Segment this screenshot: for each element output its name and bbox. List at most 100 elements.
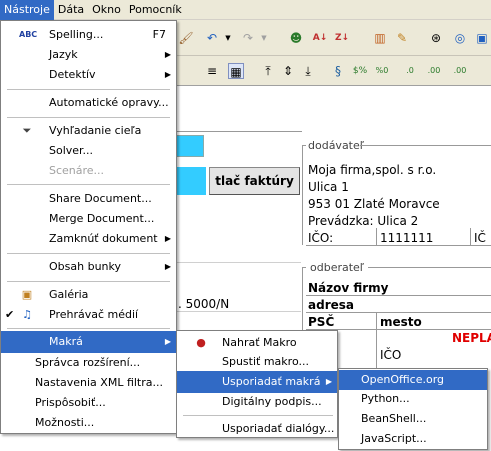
label: Usporiadať dialógy...: [222, 422, 335, 435]
label: Možnosti...: [35, 416, 95, 429]
goal-seek-icon: ⏷: [22, 124, 32, 137]
gallery-icon: ▣: [21, 288, 33, 301]
submenu-item-openoffice-basic[interactable]: OpenOffice.org Basic...: [339, 370, 487, 406]
separator: [7, 281, 170, 282]
label: Nastavenia XML filtra...: [35, 376, 163, 389]
menu-item-cell-contents[interactable]: Obsah bunky ▶: [1, 256, 176, 278]
menu-item-detektiv[interactable]: Detektív ▶: [1, 64, 176, 86]
menu-item-extension-manager[interactable]: Správca rozšírení...: [1, 352, 176, 374]
psc: PSČ: [308, 315, 335, 329]
menu-item-lock-document[interactable]: Zamknúť dokument ▶: [1, 228, 176, 250]
nazov-firmy: Názov firmy: [308, 281, 389, 295]
redo-icon[interactable]: ↷: [240, 30, 256, 46]
label: Scenáre...: [49, 164, 105, 177]
media-player-icon: ♫: [22, 308, 32, 321]
separator: [7, 89, 170, 90]
menu-item-spelling[interactable]: ABC Spelling... F7: [1, 24, 176, 46]
percent-icon[interactable]: %0: [374, 63, 390, 79]
menu-item-merge-document[interactable]: Merge Document...: [1, 208, 176, 230]
menu-item-jazyk[interactable]: Jazyk ▶: [1, 44, 176, 66]
label: Spelling...: [49, 28, 104, 41]
submenu-arrow-icon: ▶: [164, 50, 171, 59]
menu-data[interactable]: Dáta: [54, 0, 88, 20]
sort-descending-icon[interactable]: Z↓: [334, 30, 350, 46]
merge-cells-icon[interactable]: ▦: [228, 63, 244, 79]
menu-pomocnik[interactable]: Pomocník: [125, 0, 186, 20]
record-macro-icon: ●: [196, 336, 206, 349]
delete-decimal-icon[interactable]: .00: [426, 63, 442, 79]
label: Nahrať Makro: [222, 336, 297, 349]
dodavatel-line-3: 953 01 Zlaté Moravce: [308, 197, 440, 211]
label: Jazyk: [49, 48, 78, 61]
rule: [172, 131, 302, 132]
label: Usporiadať makrá: [222, 375, 321, 388]
currency-icon[interactable]: $%: [352, 63, 368, 79]
submenu-item-beanshell[interactable]: BeanShell...: [339, 409, 487, 429]
menu-item-makra[interactable]: Makrá ▶: [1, 331, 176, 353]
align-bottom-icon[interactable]: ⤓: [300, 63, 316, 79]
grid-line: [176, 262, 301, 263]
draw-functions-icon[interactable]: ✎: [394, 30, 410, 46]
submenu-item-organize-dialogs[interactable]: Usporiadať dialógy...: [177, 418, 337, 440]
mesto: mesto: [380, 315, 422, 329]
label: Detektív: [49, 68, 96, 81]
shortcut: F7: [152, 28, 166, 41]
align-top-icon[interactable]: ⤒: [260, 63, 276, 79]
menu-item-xml-filter[interactable]: Nastavenia XML filtra...: [1, 372, 176, 394]
dodavatel-label: dodávateľ: [308, 139, 364, 152]
find-icon[interactable]: ⊛: [428, 30, 444, 46]
undo-icon[interactable]: ↶: [204, 30, 220, 46]
submenu-item-javascript[interactable]: JavaScript...: [339, 429, 487, 449]
usporiadat-makra-submenu: OpenOffice.org Basic... Python... BeanSh…: [338, 368, 488, 450]
brush-icon[interactable]: 🖌: [178, 30, 194, 46]
submenu-item-digital-signature[interactable]: Digitálny podpis...: [177, 391, 337, 413]
menu-item-customize[interactable]: Prispôsobiť...: [1, 392, 176, 414]
grid-line: [376, 228, 377, 246]
label: Obsah bunky: [49, 260, 121, 273]
menu-item-media-player[interactable]: ✔ ♫ Prehrávač médií: [1, 304, 176, 326]
cyan-cell: [176, 135, 204, 157]
add-decimal-icon[interactable]: .0: [402, 63, 418, 79]
undo-dropdown-icon[interactable]: ▼: [220, 30, 236, 46]
menu-bar: Nástroje Dáta Okno Pomocník: [0, 0, 491, 20]
label: Share Document...: [49, 192, 152, 205]
left-partial-cell: . 5000/N: [178, 297, 230, 311]
chart-icon[interactable]: ▥: [372, 30, 388, 46]
gallery-toolbar-icon[interactable]: ▣: [474, 30, 490, 46]
redo-dropdown-icon[interactable]: ▼: [256, 30, 272, 46]
nepla-partial: NEPLA: [452, 331, 491, 345]
dodavatel-frame-top: [360, 145, 491, 146]
adresa: adresa: [308, 298, 354, 312]
menu-item-solver[interactable]: Solver...: [1, 140, 176, 162]
tlac-faktury-button[interactable]: tlač faktúry: [209, 167, 300, 195]
menu-item-share-document[interactable]: Share Document...: [1, 188, 176, 210]
menu-okno[interactable]: Okno: [88, 0, 125, 20]
hyperlink-icon[interactable]: ☻: [288, 30, 304, 46]
number-format-icon[interactable]: §: [330, 63, 346, 79]
menu-item-scenare[interactable]: Scenáre...: [1, 160, 176, 182]
grid-line: [376, 312, 377, 372]
navigator-icon[interactable]: ◎: [452, 30, 468, 46]
nastroje-menu: ABC Spelling... F7 Jazyk ▶ Detektív ▶ Automa…: [0, 20, 177, 434]
format-icon[interactable]: .00: [452, 63, 468, 79]
submenu-item-python[interactable]: Python...: [339, 389, 487, 409]
menu-nastroje[interactable]: Nástroje: [0, 0, 54, 20]
menu-item-goal-seek[interactable]: ⏷ Vyhľadanie cieľa: [1, 120, 176, 142]
odberatel-label: odberateľ: [310, 261, 364, 274]
label: Galéria: [49, 288, 89, 301]
align-center-icon[interactable]: ⇕: [280, 63, 296, 79]
menu-item-gallery[interactable]: ▣ Galéria: [1, 284, 176, 306]
label: Prehrávač médií: [49, 308, 139, 321]
grid-line: [306, 295, 491, 296]
checkmark-icon: ✔: [5, 308, 15, 321]
menu-item-options[interactable]: Možnosti...: [1, 412, 176, 434]
submenu-arrow-icon: ▶: [164, 262, 171, 271]
label: Prispôsobiť...: [35, 396, 106, 409]
odberatel-frame-top: [368, 267, 491, 268]
submenu-item-organize-macros[interactable]: Usporiadať makrá ▶: [177, 371, 337, 393]
submenu-item-run-macro[interactable]: Spustiť makro...: [177, 351, 337, 373]
menu-item-autocorrect[interactable]: Automatické opravy...: [1, 92, 176, 114]
justify-icon[interactable]: ≡: [204, 63, 220, 79]
separator: [7, 328, 170, 329]
sort-ascending-icon[interactable]: A↓: [312, 30, 328, 46]
